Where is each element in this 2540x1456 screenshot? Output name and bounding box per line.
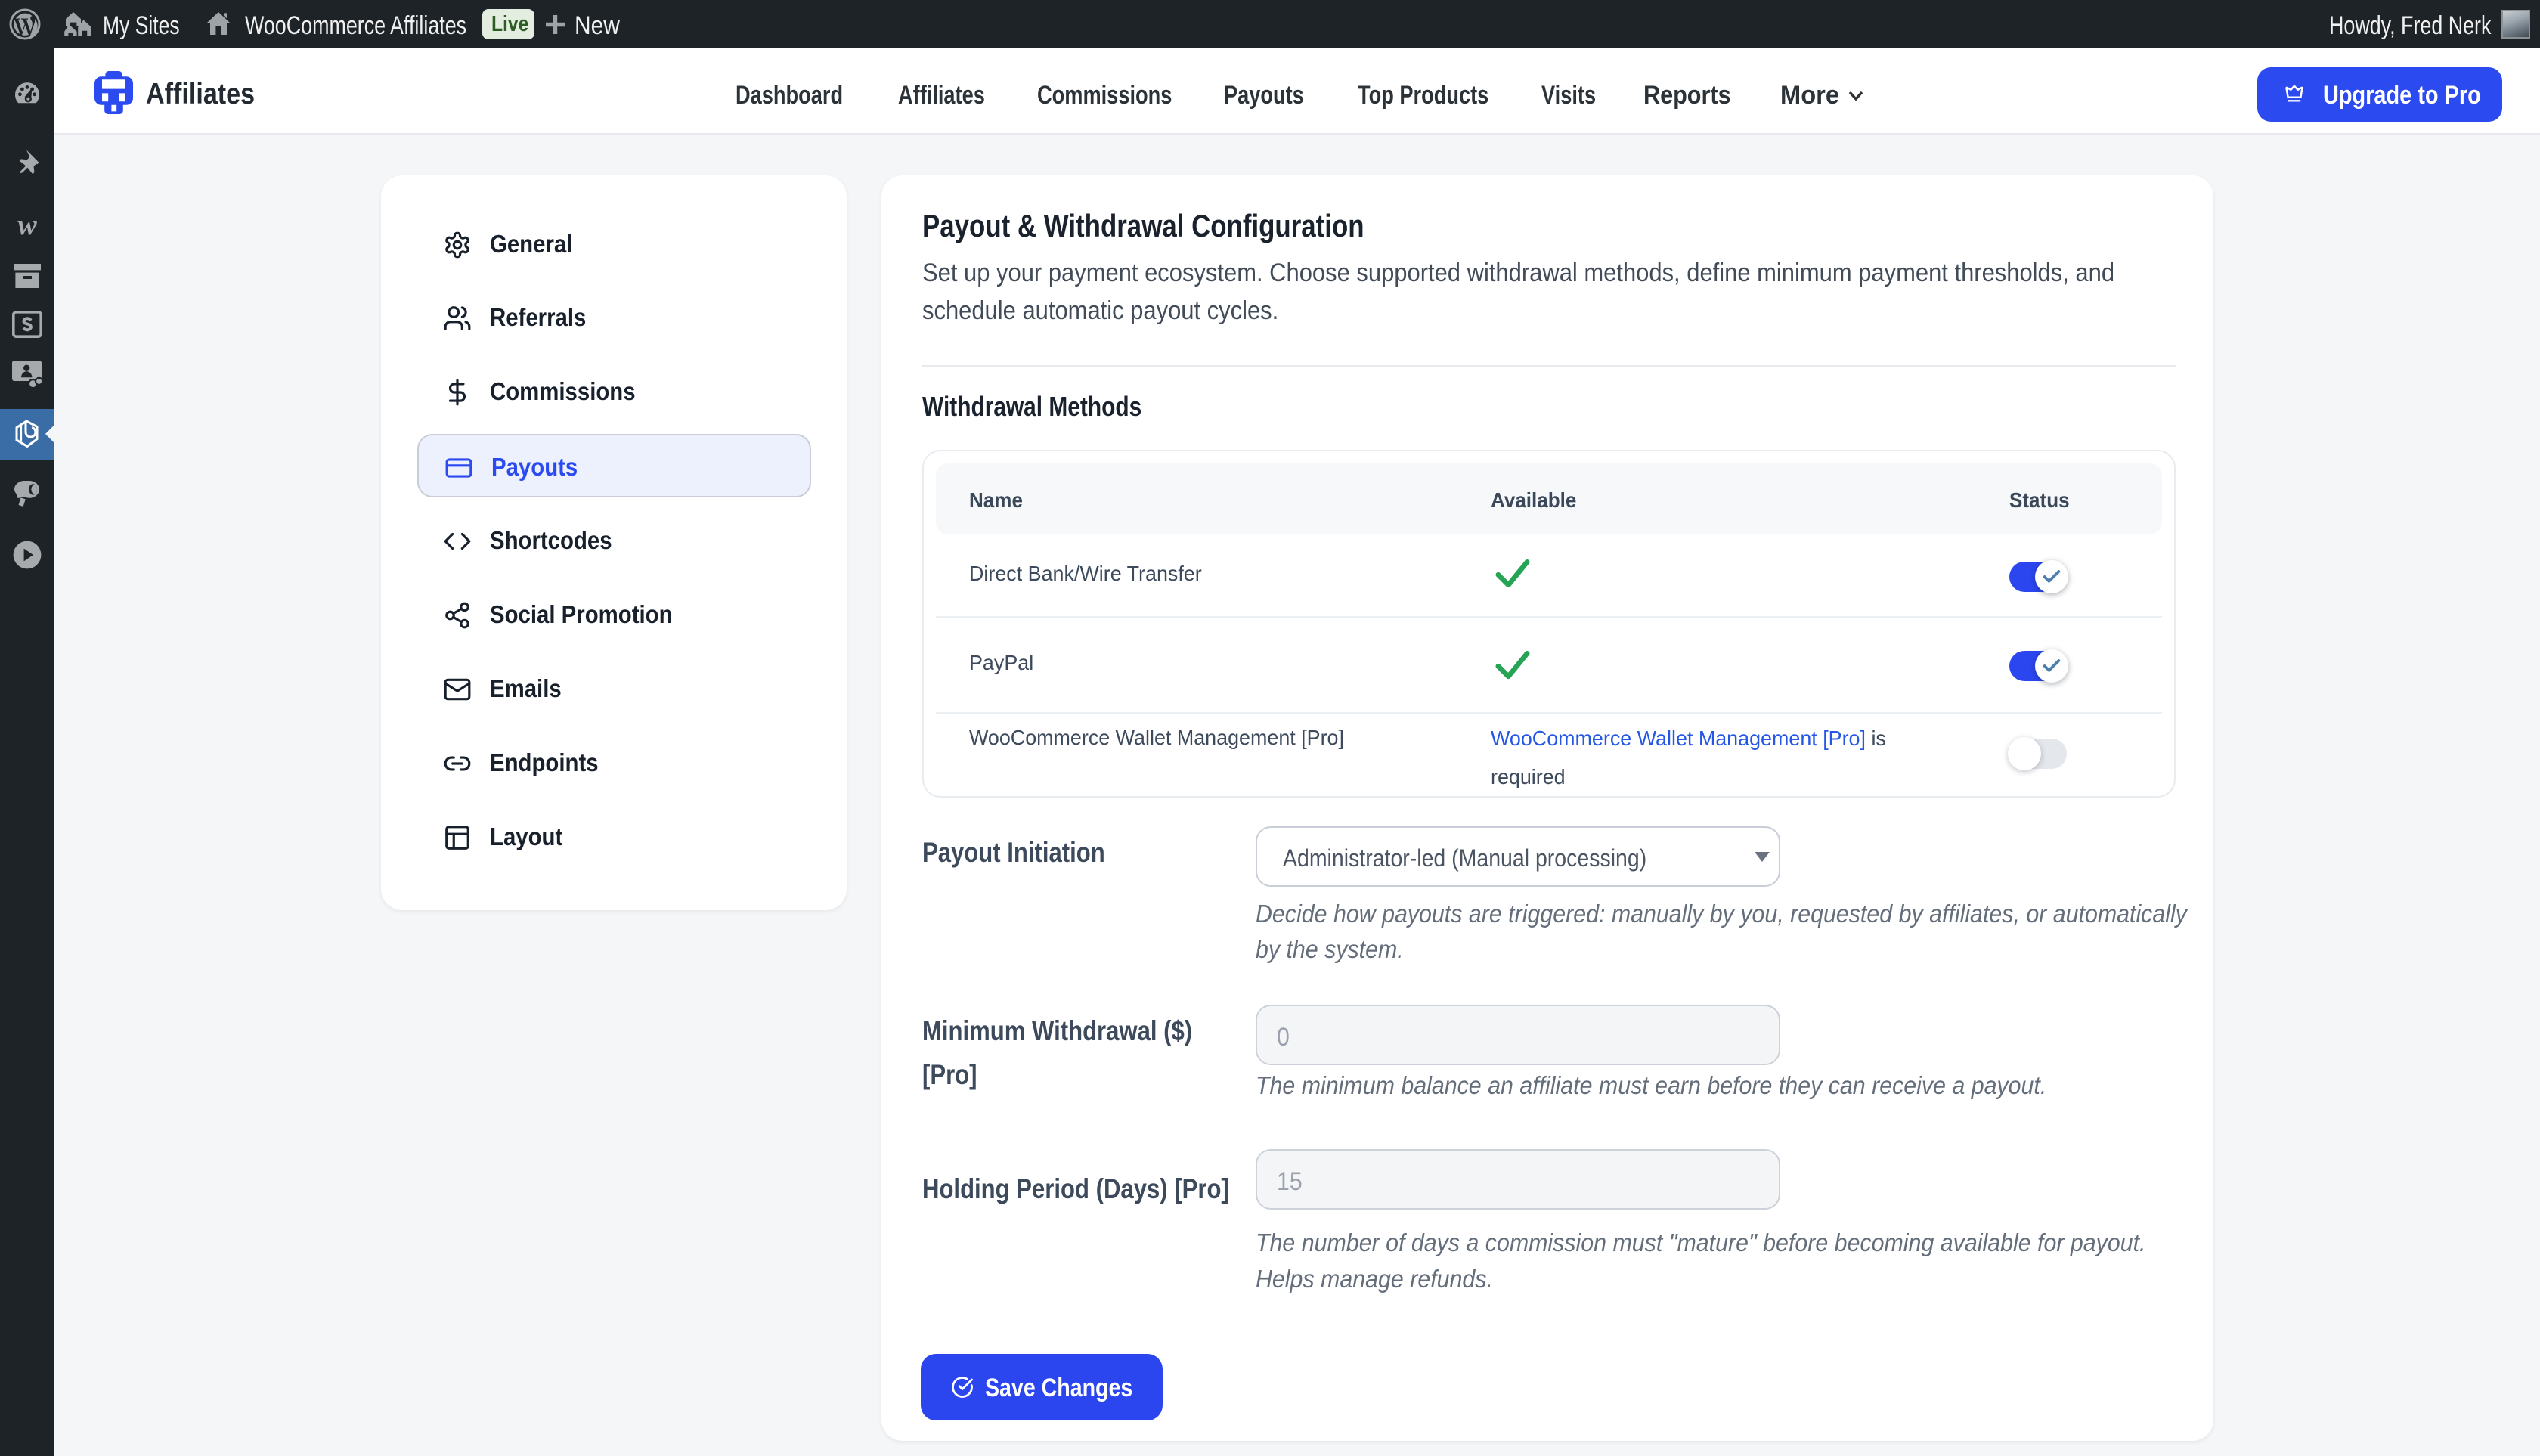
svg-text:w: w xyxy=(17,210,37,239)
